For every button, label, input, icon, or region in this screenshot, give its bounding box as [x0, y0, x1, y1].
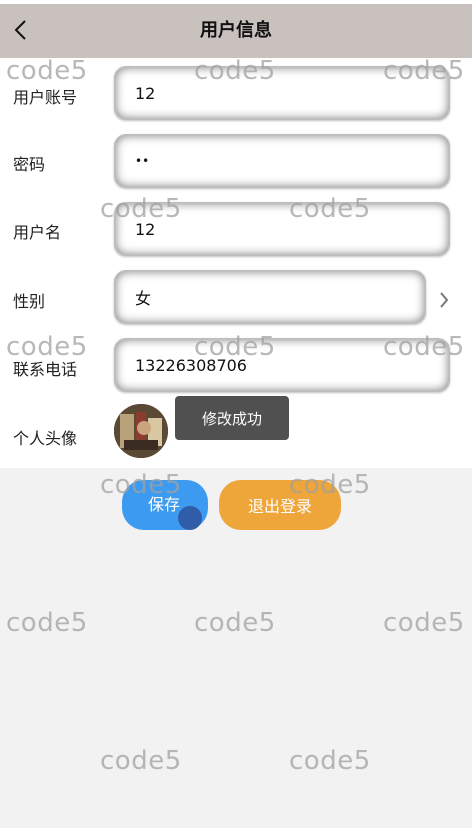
account-field[interactable]: 12: [114, 66, 450, 120]
account-value: 12: [135, 83, 156, 103]
gender-label: 性别: [13, 292, 46, 311]
username-label: 用户名: [13, 223, 62, 242]
watermark: code5: [289, 746, 371, 776]
chevron-right-icon[interactable]: [436, 290, 452, 310]
watermark: code5: [383, 608, 465, 638]
watermark: code5: [194, 608, 276, 638]
avatar-image: [114, 404, 168, 458]
password-label: 密码: [13, 155, 46, 174]
phone-field[interactable]: 13226308706: [114, 338, 450, 392]
watermark: code5: [6, 608, 88, 638]
username-value: 12: [135, 219, 156, 239]
gender-value: 女: [135, 289, 152, 308]
phone-label: 联系电话: [13, 360, 78, 379]
page-title: 用户信息: [200, 20, 272, 41]
app-header: 用户信息: [0, 4, 472, 58]
username-field[interactable]: 12: [114, 202, 450, 256]
gender-select[interactable]: 女: [114, 270, 426, 324]
password-field[interactable]: ••: [114, 134, 450, 188]
logout-button[interactable]: 退出登录: [219, 480, 341, 530]
password-value: ••: [135, 154, 150, 168]
touch-indicator: [178, 506, 202, 530]
avatar-label: 个人头像: [13, 429, 78, 448]
watermark: code5: [100, 746, 182, 776]
toast-message: 修改成功: [175, 396, 289, 440]
save-button-label: 保存: [147, 495, 180, 514]
account-label: 用户账号: [13, 88, 78, 107]
phone-value: 13226308706: [135, 355, 247, 375]
logout-button-label: 退出登录: [247, 497, 312, 516]
avatar[interactable]: [114, 404, 168, 458]
